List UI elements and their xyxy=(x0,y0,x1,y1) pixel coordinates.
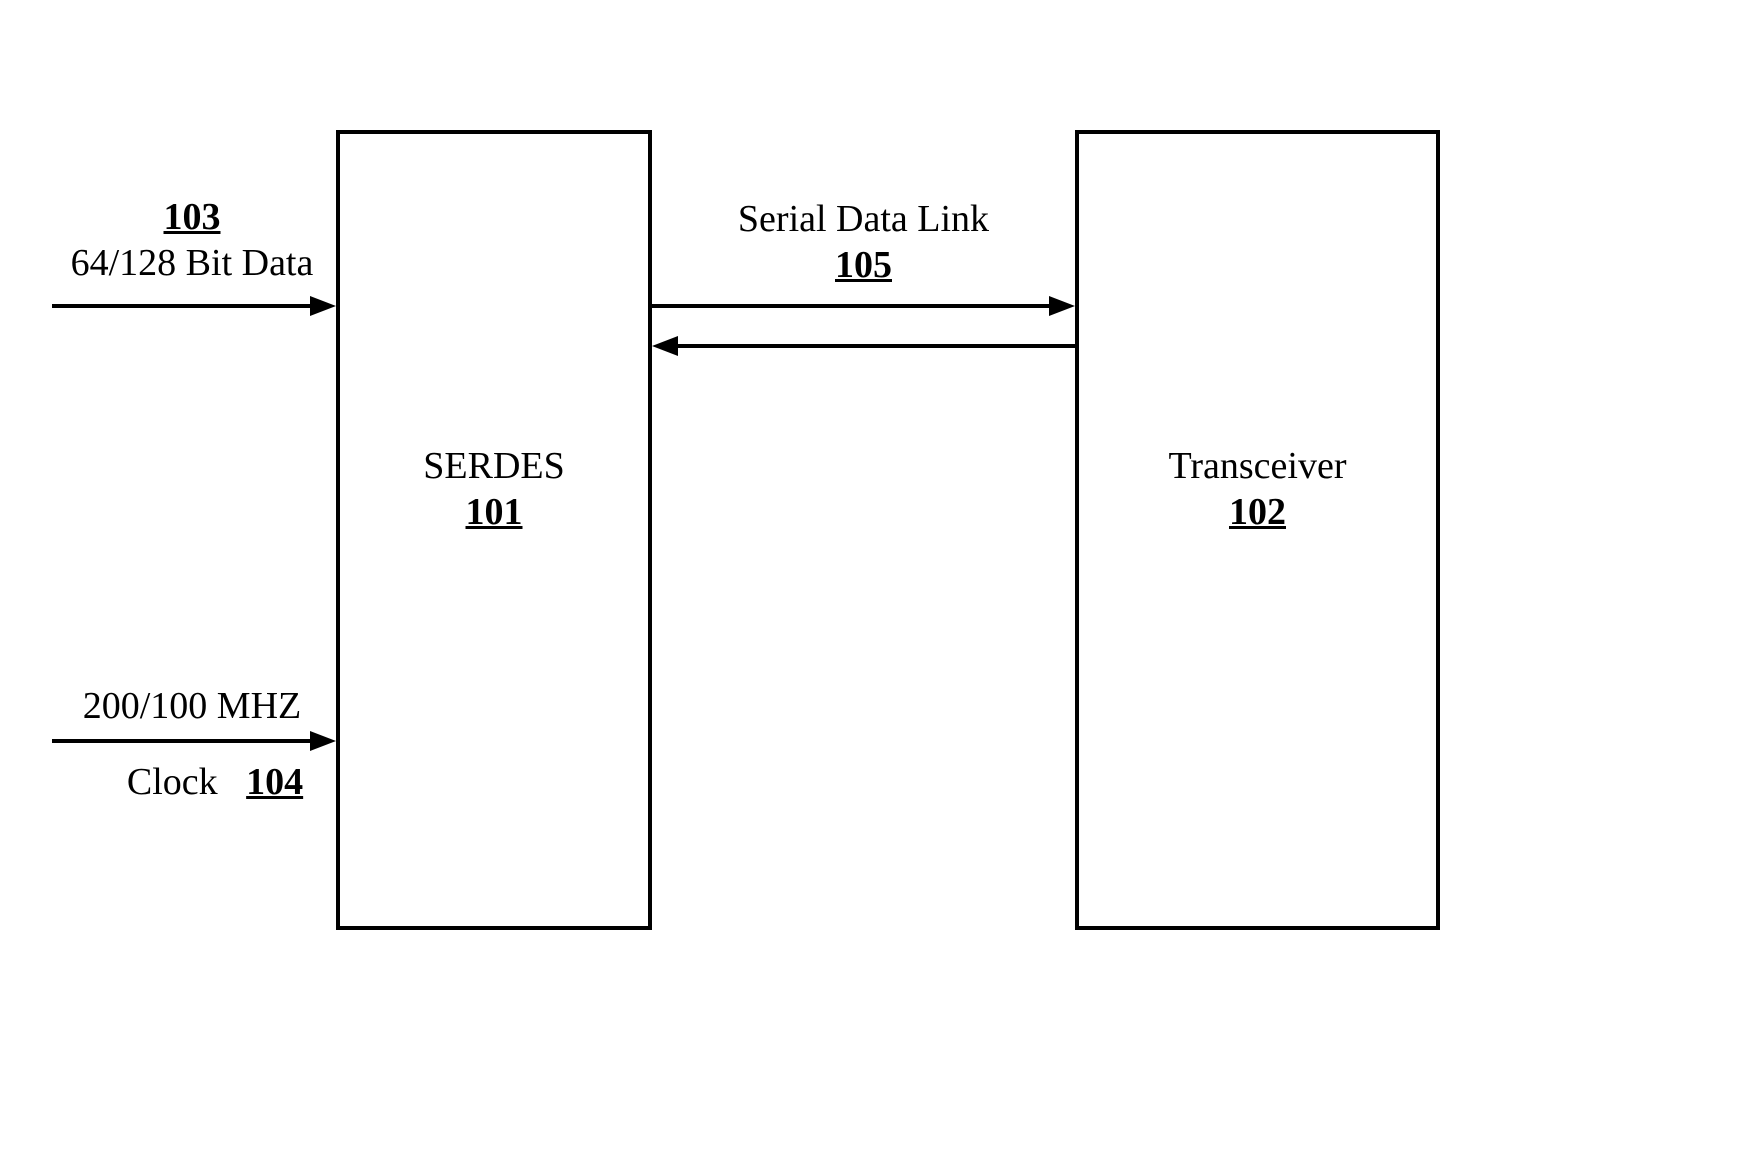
transceiver-name: Transceiver xyxy=(1079,444,1436,490)
data-input-label: 103 64/128 Bit Data xyxy=(48,195,336,286)
serdes-block: SERDES 101 xyxy=(336,130,652,930)
serial-link-arrow-right xyxy=(652,296,1075,316)
data-input-desc: 64/128 Bit Data xyxy=(48,241,336,287)
serdes-ref: 101 xyxy=(340,490,648,536)
serial-link-ref: 105 xyxy=(652,243,1075,289)
clock-text: Clock xyxy=(127,761,218,803)
clock-rate: 200/100 MHZ xyxy=(83,685,302,727)
clock-rate-label: 200/100 MHZ xyxy=(52,684,332,730)
transceiver-block: Transceiver 102 xyxy=(1075,130,1440,930)
clock-ref: 104 xyxy=(246,761,303,803)
data-input-ref: 103 xyxy=(48,195,336,241)
serial-link-arrow-left xyxy=(652,336,1075,356)
serial-link-text: Serial Data Link xyxy=(652,197,1075,243)
transceiver-ref: 102 xyxy=(1079,490,1436,536)
serial-link-label: Serial Data Link 105 xyxy=(652,197,1075,288)
data-input-arrow xyxy=(52,296,336,316)
clock-label: Clock 104 xyxy=(90,760,340,806)
clock-input-arrow xyxy=(52,731,336,751)
serdes-name: SERDES xyxy=(340,444,648,490)
